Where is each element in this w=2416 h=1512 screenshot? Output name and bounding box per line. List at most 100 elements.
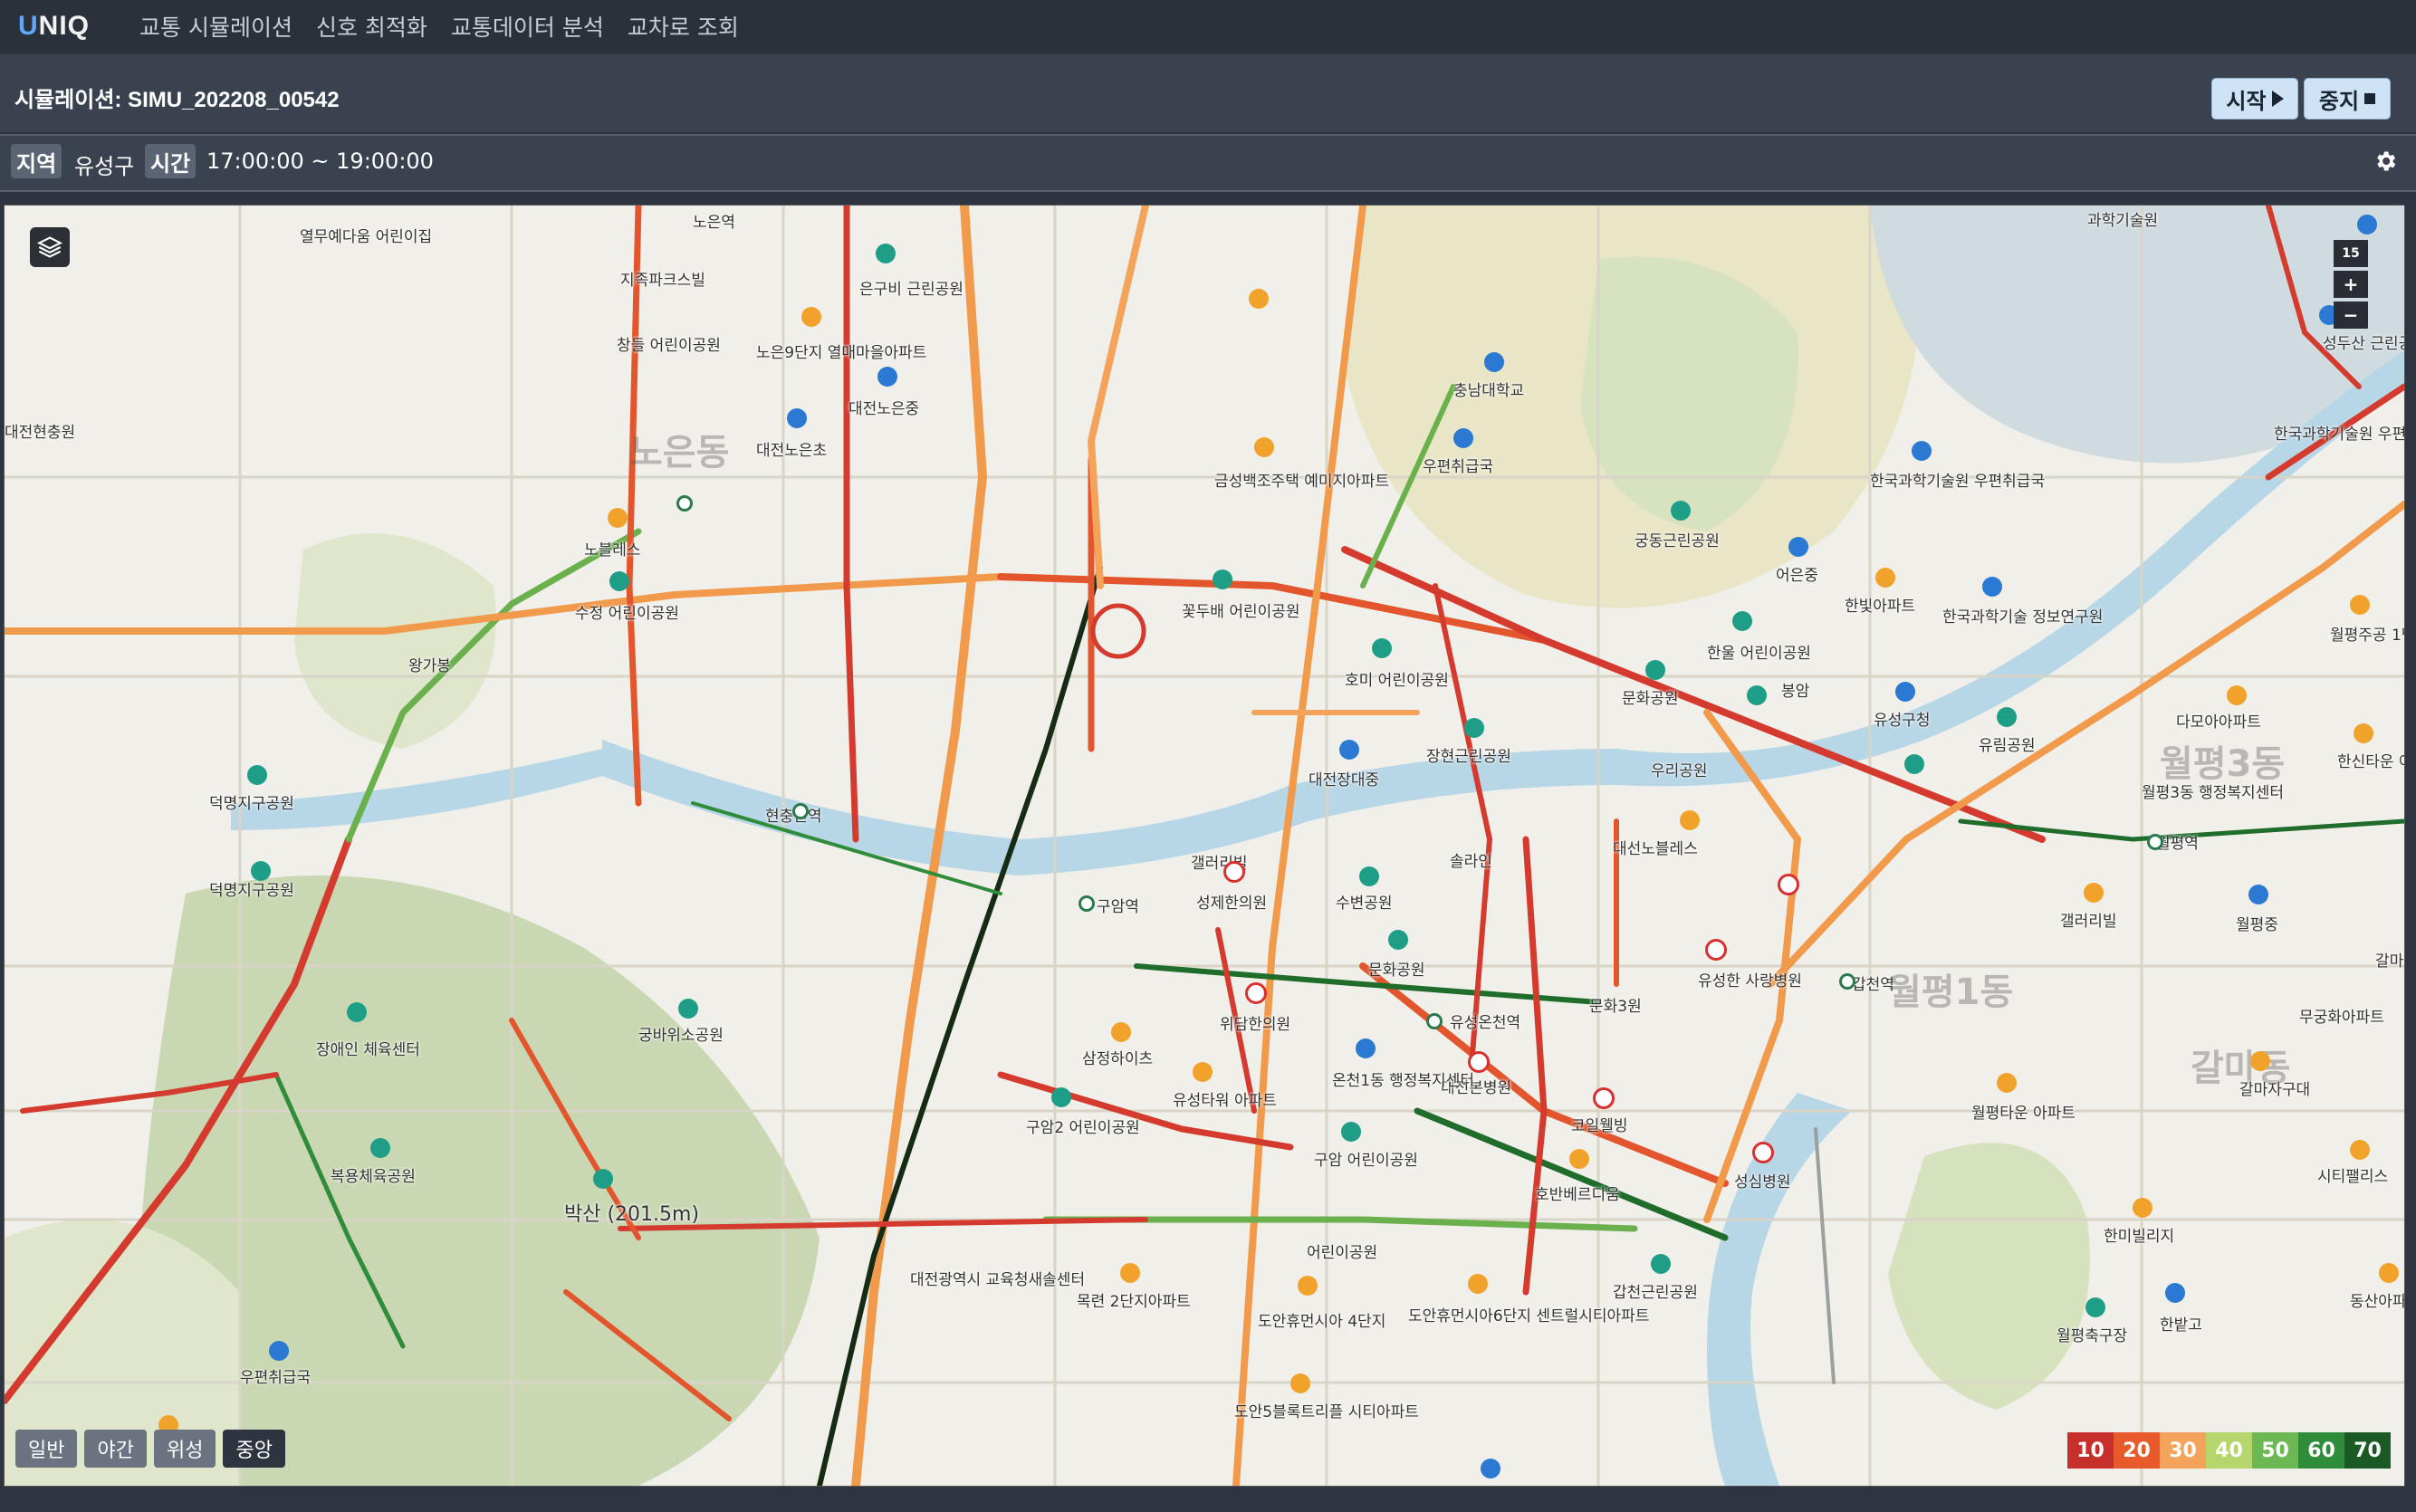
school-pin-icon[interactable]	[1484, 352, 1504, 372]
basemap-center-button[interactable]: 중앙	[223, 1430, 285, 1468]
hospital-pin-icon[interactable]	[1223, 861, 1245, 883]
park-pin-icon[interactable]	[247, 765, 267, 785]
post-office-pin-icon[interactable]	[1912, 441, 1932, 461]
legend-item-50: 50	[2252, 1432, 2298, 1469]
apartment-pin-icon[interactable]	[2133, 1198, 2152, 1218]
map-label: 노은9단지 열매마을아파트	[756, 344, 927, 362]
apartment-pin-icon[interactable]	[2350, 1140, 2370, 1160]
park-pin-icon[interactable]	[1732, 611, 1752, 631]
park-pin-icon[interactable]	[1997, 707, 2017, 727]
subway-station-icon[interactable]	[676, 495, 693, 512]
building-pin-icon[interactable]	[2357, 215, 2377, 234]
top-navigation-bar: UNIQ 교통 시뮬레이션 신호 최적화 교통데이터 분석 교차로 조회	[0, 0, 2416, 53]
apartment-pin-icon[interactable]	[1111, 1022, 1131, 1042]
park-pin-icon[interactable]	[1051, 1087, 1071, 1107]
park-pin-icon[interactable]	[1372, 638, 1392, 658]
apartment-pin-icon[interactable]	[2250, 1051, 2270, 1071]
park-pin-icon[interactable]	[1341, 1122, 1361, 1142]
subway-station-icon[interactable]	[2147, 834, 2163, 850]
apartment-pin-icon[interactable]	[2350, 595, 2370, 615]
map-label: 장애인 체육센터	[316, 1041, 420, 1059]
app-logo[interactable]: UNIQ	[18, 11, 90, 42]
school-pin-icon[interactable]	[1788, 537, 1808, 557]
school-pin-icon[interactable]	[1339, 740, 1359, 760]
subway-station-icon[interactable]	[1079, 895, 1095, 912]
hospital-pin-icon[interactable]	[1705, 939, 1727, 961]
apartment-pin-icon[interactable]	[1193, 1062, 1213, 1082]
park-pin-icon[interactable]	[2085, 1297, 2105, 1317]
subway-station-icon[interactable]	[792, 803, 809, 819]
park-pin-icon[interactable]	[1464, 718, 1484, 738]
school-pin-icon[interactable]	[2248, 885, 2268, 904]
apartment-pin-icon[interactable]	[1569, 1149, 1589, 1169]
park-pin-icon[interactable]	[876, 244, 896, 263]
nav-intersection-lookup[interactable]: 교차로 조회	[628, 10, 739, 43]
map-label: 문화공원	[1622, 690, 1679, 708]
hospital-pin-icon[interactable]	[1778, 874, 1799, 895]
apartment-pin-icon[interactable]	[2354, 723, 2373, 743]
basemap-satellite-button[interactable]: 위성	[153, 1430, 216, 1468]
apartment-pin-icon[interactable]	[1249, 289, 1269, 309]
nav-signal-optimization[interactable]: 신호 최적화	[316, 10, 427, 43]
park-pin-icon[interactable]	[1651, 1254, 1671, 1274]
apartment-pin-icon[interactable]	[1680, 810, 1700, 830]
traffic-map[interactable]: 노은역 열무예다움 어린이집 지족파크스빌 은구비 근린공원 창들 어린이공원 …	[4, 205, 2405, 1487]
post-office-pin-icon[interactable]	[269, 1341, 289, 1361]
map-label: 위담한의원	[1220, 1016, 1291, 1034]
apartment-pin-icon[interactable]	[1120, 1263, 1140, 1283]
building-pin-icon[interactable]	[1982, 577, 2002, 597]
post-office-pin-icon[interactable]	[1453, 428, 1473, 448]
park-pin-icon[interactable]	[1904, 754, 1924, 774]
map-label: 궁동근린공원	[1635, 532, 1720, 550]
government-pin-icon[interactable]	[1356, 1038, 1376, 1058]
school-pin-icon[interactable]	[877, 367, 897, 387]
park-pin-icon[interactable]	[347, 1002, 367, 1022]
apartment-pin-icon[interactable]	[1875, 568, 1895, 588]
park-pin-icon[interactable]	[1213, 569, 1232, 589]
park-pin-icon[interactable]	[1645, 660, 1665, 680]
apartment-pin-icon[interactable]	[2084, 883, 2104, 903]
basemap-normal-button[interactable]: 일반	[15, 1430, 78, 1468]
park-pin-icon[interactable]	[678, 999, 698, 1019]
park-pin-icon[interactable]	[1359, 866, 1379, 886]
nav-traffic-simulation[interactable]: 교통 시뮬레이션	[139, 10, 292, 43]
layers-icon	[37, 236, 62, 258]
apartment-pin-icon[interactable]	[608, 508, 628, 528]
government-pin-icon[interactable]	[1895, 682, 1915, 702]
map-label: 시티팰리스	[2317, 1168, 2389, 1186]
bottom-bar	[0, 1488, 2416, 1512]
start-button[interactable]: 시작	[2211, 78, 2298, 120]
hospital-pin-icon[interactable]	[1752, 1142, 1774, 1163]
park-pin-icon[interactable]	[1388, 930, 1408, 950]
hospital-pin-icon[interactable]	[1468, 1051, 1490, 1073]
park-pin-icon[interactable]	[370, 1138, 390, 1158]
school-pin-icon[interactable]	[2165, 1283, 2185, 1303]
park-pin-icon[interactable]	[251, 861, 271, 881]
park-pin-icon[interactable]	[1671, 501, 1691, 521]
stop-button[interactable]: 중지	[2304, 78, 2391, 120]
nav-traffic-data-analysis[interactable]: 교통데이터 분석	[451, 10, 604, 43]
hospital-pin-icon[interactable]	[1245, 982, 1267, 1004]
school-pin-icon[interactable]	[787, 408, 807, 428]
layers-button[interactable]	[30, 227, 70, 267]
gear-icon[interactable]	[2373, 148, 2398, 174]
subway-station-icon[interactable]	[1426, 1013, 1443, 1029]
school-pin-icon[interactable]	[1481, 1459, 1500, 1479]
apartment-pin-icon[interactable]	[1254, 437, 1274, 457]
apartment-pin-icon[interactable]	[1468, 1274, 1488, 1294]
apartment-pin-icon[interactable]	[1290, 1373, 1310, 1393]
hospital-pin-icon[interactable]	[1593, 1087, 1615, 1109]
zoom-out-button[interactable]: −	[2334, 301, 2368, 329]
apartment-pin-icon[interactable]	[2227, 685, 2247, 705]
apartment-pin-icon[interactable]	[1298, 1276, 1318, 1296]
park-pin-icon[interactable]	[1747, 685, 1767, 705]
apartment-pin-icon[interactable]	[801, 307, 821, 327]
stop-icon	[2364, 93, 2376, 104]
mountain-peak-icon[interactable]	[593, 1169, 613, 1189]
apartment-pin-icon[interactable]	[1997, 1073, 2017, 1093]
zoom-in-button[interactable]: +	[2334, 271, 2368, 298]
park-pin-icon[interactable]	[609, 571, 629, 591]
basemap-night-button[interactable]: 야간	[84, 1430, 147, 1468]
subway-station-icon[interactable]	[1839, 973, 1855, 990]
apartment-pin-icon[interactable]	[2379, 1263, 2399, 1283]
